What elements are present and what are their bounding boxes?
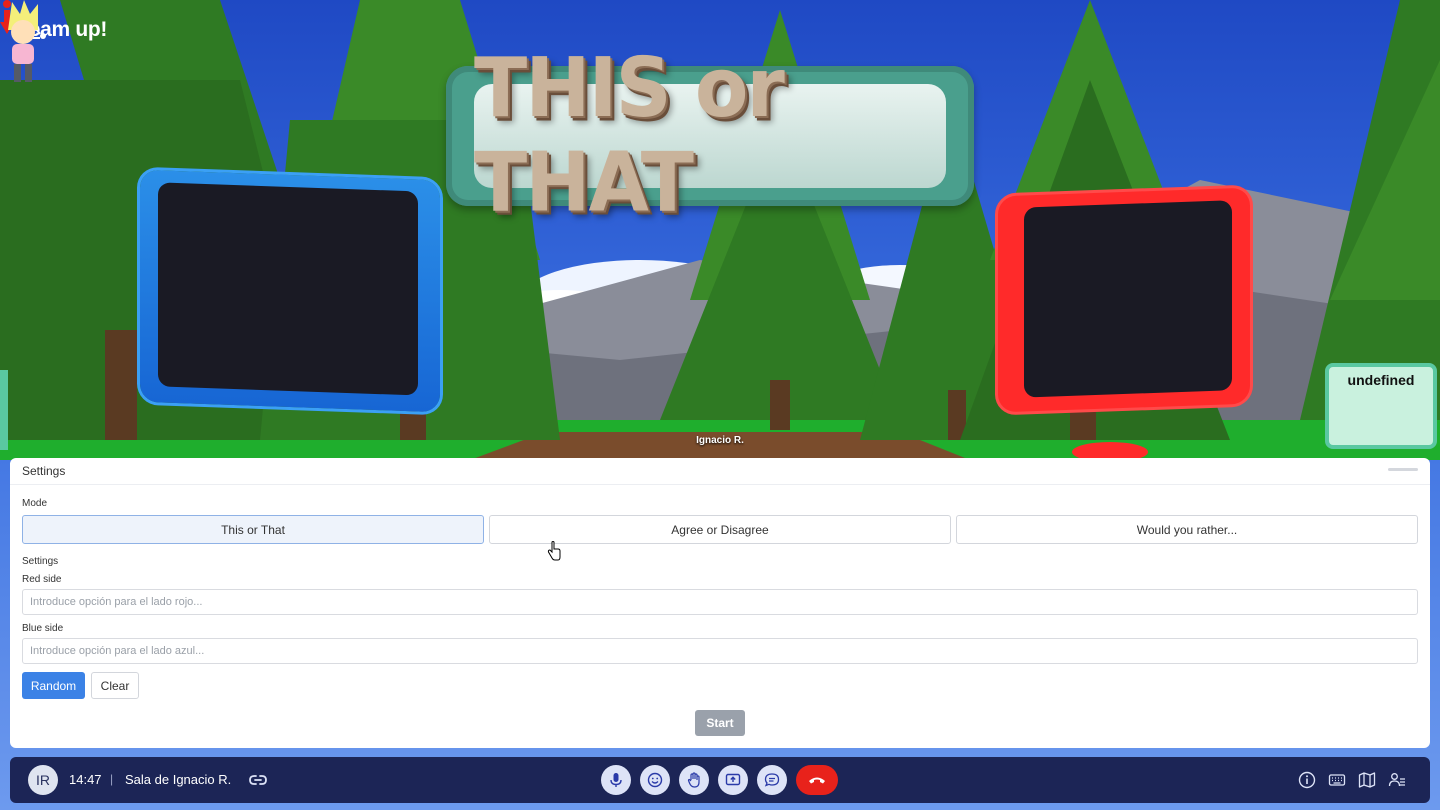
minimize-panel-button[interactable]	[1388, 468, 1418, 471]
settings-panel: Settings Mode This or That Agree or Disa…	[10, 458, 1430, 748]
emoji-button[interactable]	[640, 765, 670, 795]
clear-button[interactable]: Clear	[91, 672, 139, 699]
start-button[interactable]: Start	[695, 710, 745, 736]
toolbar-separator: |	[110, 772, 114, 786]
player-avatar[interactable]	[0, 0, 46, 86]
info-button[interactable]	[1297, 770, 1317, 790]
random-button[interactable]: Random	[22, 672, 85, 699]
pointer-hand-cursor-icon	[547, 541, 561, 561]
microphone-button[interactable]	[601, 765, 631, 795]
bottom-toolbar: IR 14:47 | Sala de Ignacio R.	[10, 757, 1430, 803]
share-screen-button[interactable]	[718, 765, 748, 795]
undefined-sign: undefined	[1325, 363, 1437, 449]
this-or-that-sign: THIS or THAT	[446, 42, 974, 231]
raise-hand-icon	[687, 772, 700, 788]
microphone-icon	[610, 773, 622, 787]
red-side-label: Red side	[22, 574, 62, 585]
blue-board-screen	[158, 182, 418, 396]
share-screen-icon	[725, 773, 741, 786]
red-side-input[interactable]	[22, 589, 1418, 615]
settings-section-label: Settings	[22, 556, 59, 567]
mode-label: Mode	[22, 498, 48, 509]
blue-side-input[interactable]	[22, 638, 1418, 664]
end-call-icon	[809, 777, 825, 784]
red-side-board	[998, 187, 1250, 413]
end-call-button[interactable]	[796, 765, 838, 795]
settings-panel-title: Settings	[22, 464, 66, 478]
participants-button[interactable]	[1387, 770, 1407, 790]
chat-button[interactable]	[757, 765, 787, 795]
mode-would-you-rather-button[interactable]: Would you rather...	[956, 515, 1418, 544]
avatar-name-label: Ignacio R.	[696, 435, 744, 446]
undefined-sign-text: undefined	[1347, 372, 1415, 388]
emoji-icon	[647, 772, 663, 788]
info-icon	[1298, 771, 1316, 789]
chat-icon	[764, 773, 780, 787]
map-button[interactable]	[1357, 770, 1377, 790]
copy-link-icon[interactable]	[248, 770, 268, 790]
raise-hand-button[interactable]	[679, 765, 709, 795]
map-icon	[1358, 772, 1376, 788]
blue-side-label: Blue side	[22, 623, 64, 634]
red-board-screen	[1024, 200, 1232, 398]
mode-agree-or-disagree-button[interactable]: Agree or Disagree	[489, 515, 951, 544]
sign-title-text: THIS or THAT	[474, 41, 785, 231]
keyboard-icon	[1328, 774, 1346, 786]
room-name: Sala de Ignacio R.	[125, 772, 232, 787]
keyboard-button[interactable]	[1327, 770, 1347, 790]
participants-icon	[1388, 773, 1405, 787]
settings-panel-header: Settings	[10, 458, 1430, 485]
blue-side-board	[140, 169, 440, 413]
user-avatar[interactable]: IR	[28, 765, 58, 795]
clock-time: 14:47	[69, 772, 102, 787]
mode-this-or-that-button[interactable]: This or That	[22, 515, 484, 544]
